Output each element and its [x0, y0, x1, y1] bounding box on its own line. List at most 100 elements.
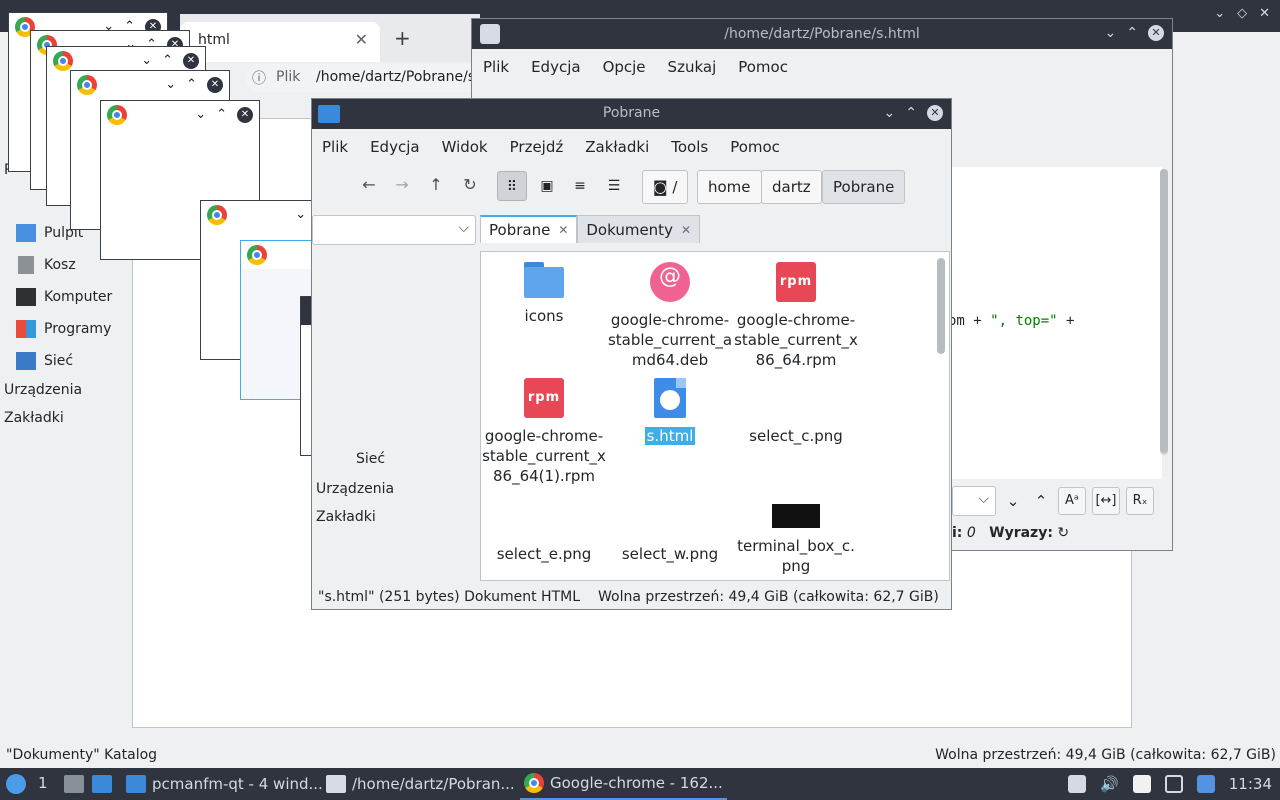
restore-icon[interactable]: ◇: [1237, 6, 1247, 21]
notification-icon[interactable]: [1196, 775, 1215, 793]
sidebar-item-kosz[interactable]: Kosz: [16, 256, 76, 274]
task-chrome[interactable]: Google-chrome - 162...: [520, 768, 727, 800]
sidebar-group-bookmarks[interactable]: Zakładki: [4, 410, 64, 426]
menu-opcje[interactable]: Opcje: [592, 58, 657, 76]
sidebar-mode-combo[interactable]: [312, 215, 476, 245]
maximize-icon[interactable]: ⌃: [1126, 25, 1138, 41]
close-icon[interactable]: ✕: [183, 53, 199, 69]
match-case-button[interactable]: Aᵃ: [1058, 487, 1086, 515]
whole-word-button[interactable]: [↔]: [1092, 487, 1120, 515]
file-item[interactable]: select_c.png: [733, 426, 859, 446]
tab-pobrane[interactable]: Pobrane ✕: [480, 215, 578, 244]
menu-edycja[interactable]: Edycja: [520, 58, 591, 76]
editor-titlebar[interactable]: /home/dartz/Pobrane/s.html ⌄ ⌃ ✕: [472, 19, 1172, 49]
regex-button[interactable]: Rₓ: [1126, 487, 1154, 515]
sidebar-item-siec[interactable]: Sieć: [16, 352, 73, 370]
file-item[interactable]: terminal_box_c. png: [733, 504, 859, 576]
scrollbar-thumb[interactable]: [937, 258, 945, 354]
close-icon[interactable]: ✕: [207, 77, 223, 93]
editor-scrollbar[interactable]: [1160, 169, 1168, 455]
sidebar-item-programy[interactable]: Programy: [16, 320, 111, 338]
thumbnail-view-icon[interactable]: ▣: [532, 171, 562, 201]
find-next-icon[interactable]: ⌄: [1002, 487, 1024, 515]
forward-icon[interactable]: →: [390, 175, 414, 194]
file-item[interactable]: select_w.png: [607, 544, 733, 564]
close-icon[interactable]: ✕: [1259, 6, 1270, 21]
menu-widok[interactable]: Widok: [431, 138, 499, 156]
start-menu-icon[interactable]: [6, 774, 26, 794]
maximize-icon[interactable]: ⌃: [186, 77, 197, 93]
task-pcmanfm[interactable]: pcmanfm-qt - 4 wind...: [122, 768, 327, 800]
volume-icon[interactable]: 🔊: [1100, 775, 1119, 793]
trash-icon[interactable]: [1068, 775, 1087, 793]
reload-icon[interactable]: ↻: [458, 175, 482, 194]
file-item[interactable]: google-chrome- stable_current_a md64.deb: [607, 262, 733, 370]
sidebar-group-bookmarks[interactable]: Zakładki: [316, 509, 376, 525]
file-item[interactable]: rpm google-chrome- stable_current_x 86_6…: [481, 378, 607, 486]
maximize-icon[interactable]: ⌃: [905, 105, 917, 121]
scrollbar-thumb[interactable]: [1160, 169, 1168, 453]
breadcrumb-pobrane[interactable]: Pobrane: [822, 170, 906, 204]
close-icon[interactable]: ✕: [237, 107, 253, 123]
find-previous-icon[interactable]: ⌃: [1030, 487, 1052, 515]
menu-przejdz[interactable]: Przejdź: [499, 138, 575, 156]
clipboard-icon[interactable]: [1132, 775, 1151, 793]
omnibox-url[interactable]: /home/dartz/Pobrane/s: [316, 69, 475, 85]
file-view[interactable]: icons google-chrome- stable_current_a md…: [480, 251, 950, 581]
menu-plik[interactable]: Plik: [311, 138, 359, 156]
refresh-icon[interactable]: ↻: [1057, 525, 1069, 541]
search-combo[interactable]: [952, 486, 996, 516]
minimize-icon[interactable]: ⌄: [295, 207, 306, 223]
file-item[interactable]: icons: [481, 262, 607, 326]
menu-pomoc[interactable]: Pomoc: [719, 138, 791, 156]
file-manager-launcher-icon[interactable]: [92, 775, 112, 793]
minimize-icon[interactable]: ⌄: [195, 107, 206, 123]
file-item[interactable]: rpm google-chrome- stable_current_x 86_6…: [733, 262, 859, 370]
minimize-icon[interactable]: ⌄: [1214, 6, 1225, 21]
breadcrumb-dartz[interactable]: dartz: [761, 170, 822, 204]
menu-tools[interactable]: Tools: [660, 138, 719, 156]
close-icon[interactable]: ✕: [1148, 25, 1164, 41]
minimize-icon[interactable]: ⌄: [165, 77, 176, 93]
maximize-icon[interactable]: ⌃: [216, 107, 227, 123]
minimize-icon[interactable]: ⌄: [141, 53, 152, 69]
close-icon[interactable]: ✕: [927, 105, 943, 121]
up-icon[interactable]: ↑: [424, 175, 448, 194]
task-editor[interactable]: /home/dartz/Pobran...: [322, 768, 519, 800]
menu-plik[interactable]: Plik: [472, 58, 520, 76]
file-view-scrollbar[interactable]: [937, 258, 945, 578]
info-icon[interactable]: ⓘ: [252, 68, 266, 88]
close-tab-icon[interactable]: ✕: [681, 216, 691, 244]
tab-dokumenty[interactable]: Dokumenty ✕: [577, 215, 701, 244]
compact-view-icon[interactable]: ≡: [565, 171, 595, 201]
breadcrumb-root[interactable]: ◙ /: [642, 170, 689, 204]
minimize-icon[interactable]: ⌄: [884, 105, 896, 121]
show-desktop-icon[interactable]: [64, 775, 84, 793]
chrome-titlebar[interactable]: ⌄ ⌃ ✕: [101, 101, 259, 129]
browser-tab[interactable]: html ✕: [180, 22, 380, 62]
file-item[interactable]: select_e.png: [481, 544, 607, 564]
minimize-icon[interactable]: ⌄: [1105, 25, 1117, 41]
close-tab-icon[interactable]: ✕: [558, 216, 568, 244]
file-item-selected[interactable]: s.html: [607, 378, 733, 446]
network-icon[interactable]: [1164, 775, 1183, 793]
menu-edycja[interactable]: Edycja: [359, 138, 430, 156]
back-icon[interactable]: ←: [357, 175, 381, 194]
desktop-switcher[interactable]: 1: [38, 774, 48, 792]
sidebar-group-devices[interactable]: Urządzenia: [316, 481, 394, 497]
close-tab-icon[interactable]: ✕: [355, 30, 368, 49]
sidebar-item-siec[interactable]: Sieć: [356, 451, 385, 467]
clock[interactable]: 11:34: [1229, 775, 1272, 793]
sidebar-item-komputer[interactable]: Komputer: [16, 288, 112, 306]
maximize-icon[interactable]: ⌃: [162, 53, 173, 69]
menu-zakladki[interactable]: Zakładki: [574, 138, 660, 156]
sidebar-group-devices[interactable]: Urządzenia: [4, 382, 82, 398]
breadcrumb-home[interactable]: home: [697, 170, 762, 204]
chrome-titlebar[interactable]: ⌄ ⌃ ✕: [71, 71, 229, 99]
detailed-view-icon[interactable]: ☰: [599, 171, 629, 201]
new-tab-button[interactable]: +: [394, 26, 411, 50]
menu-pomoc[interactable]: Pomoc: [727, 58, 799, 76]
icon-view-icon[interactable]: ⠿: [497, 171, 527, 201]
menu-szukaj[interactable]: Szukaj: [657, 58, 728, 76]
fm-titlebar[interactable]: Pobrane ⌄ ⌃ ✕: [312, 99, 951, 129]
